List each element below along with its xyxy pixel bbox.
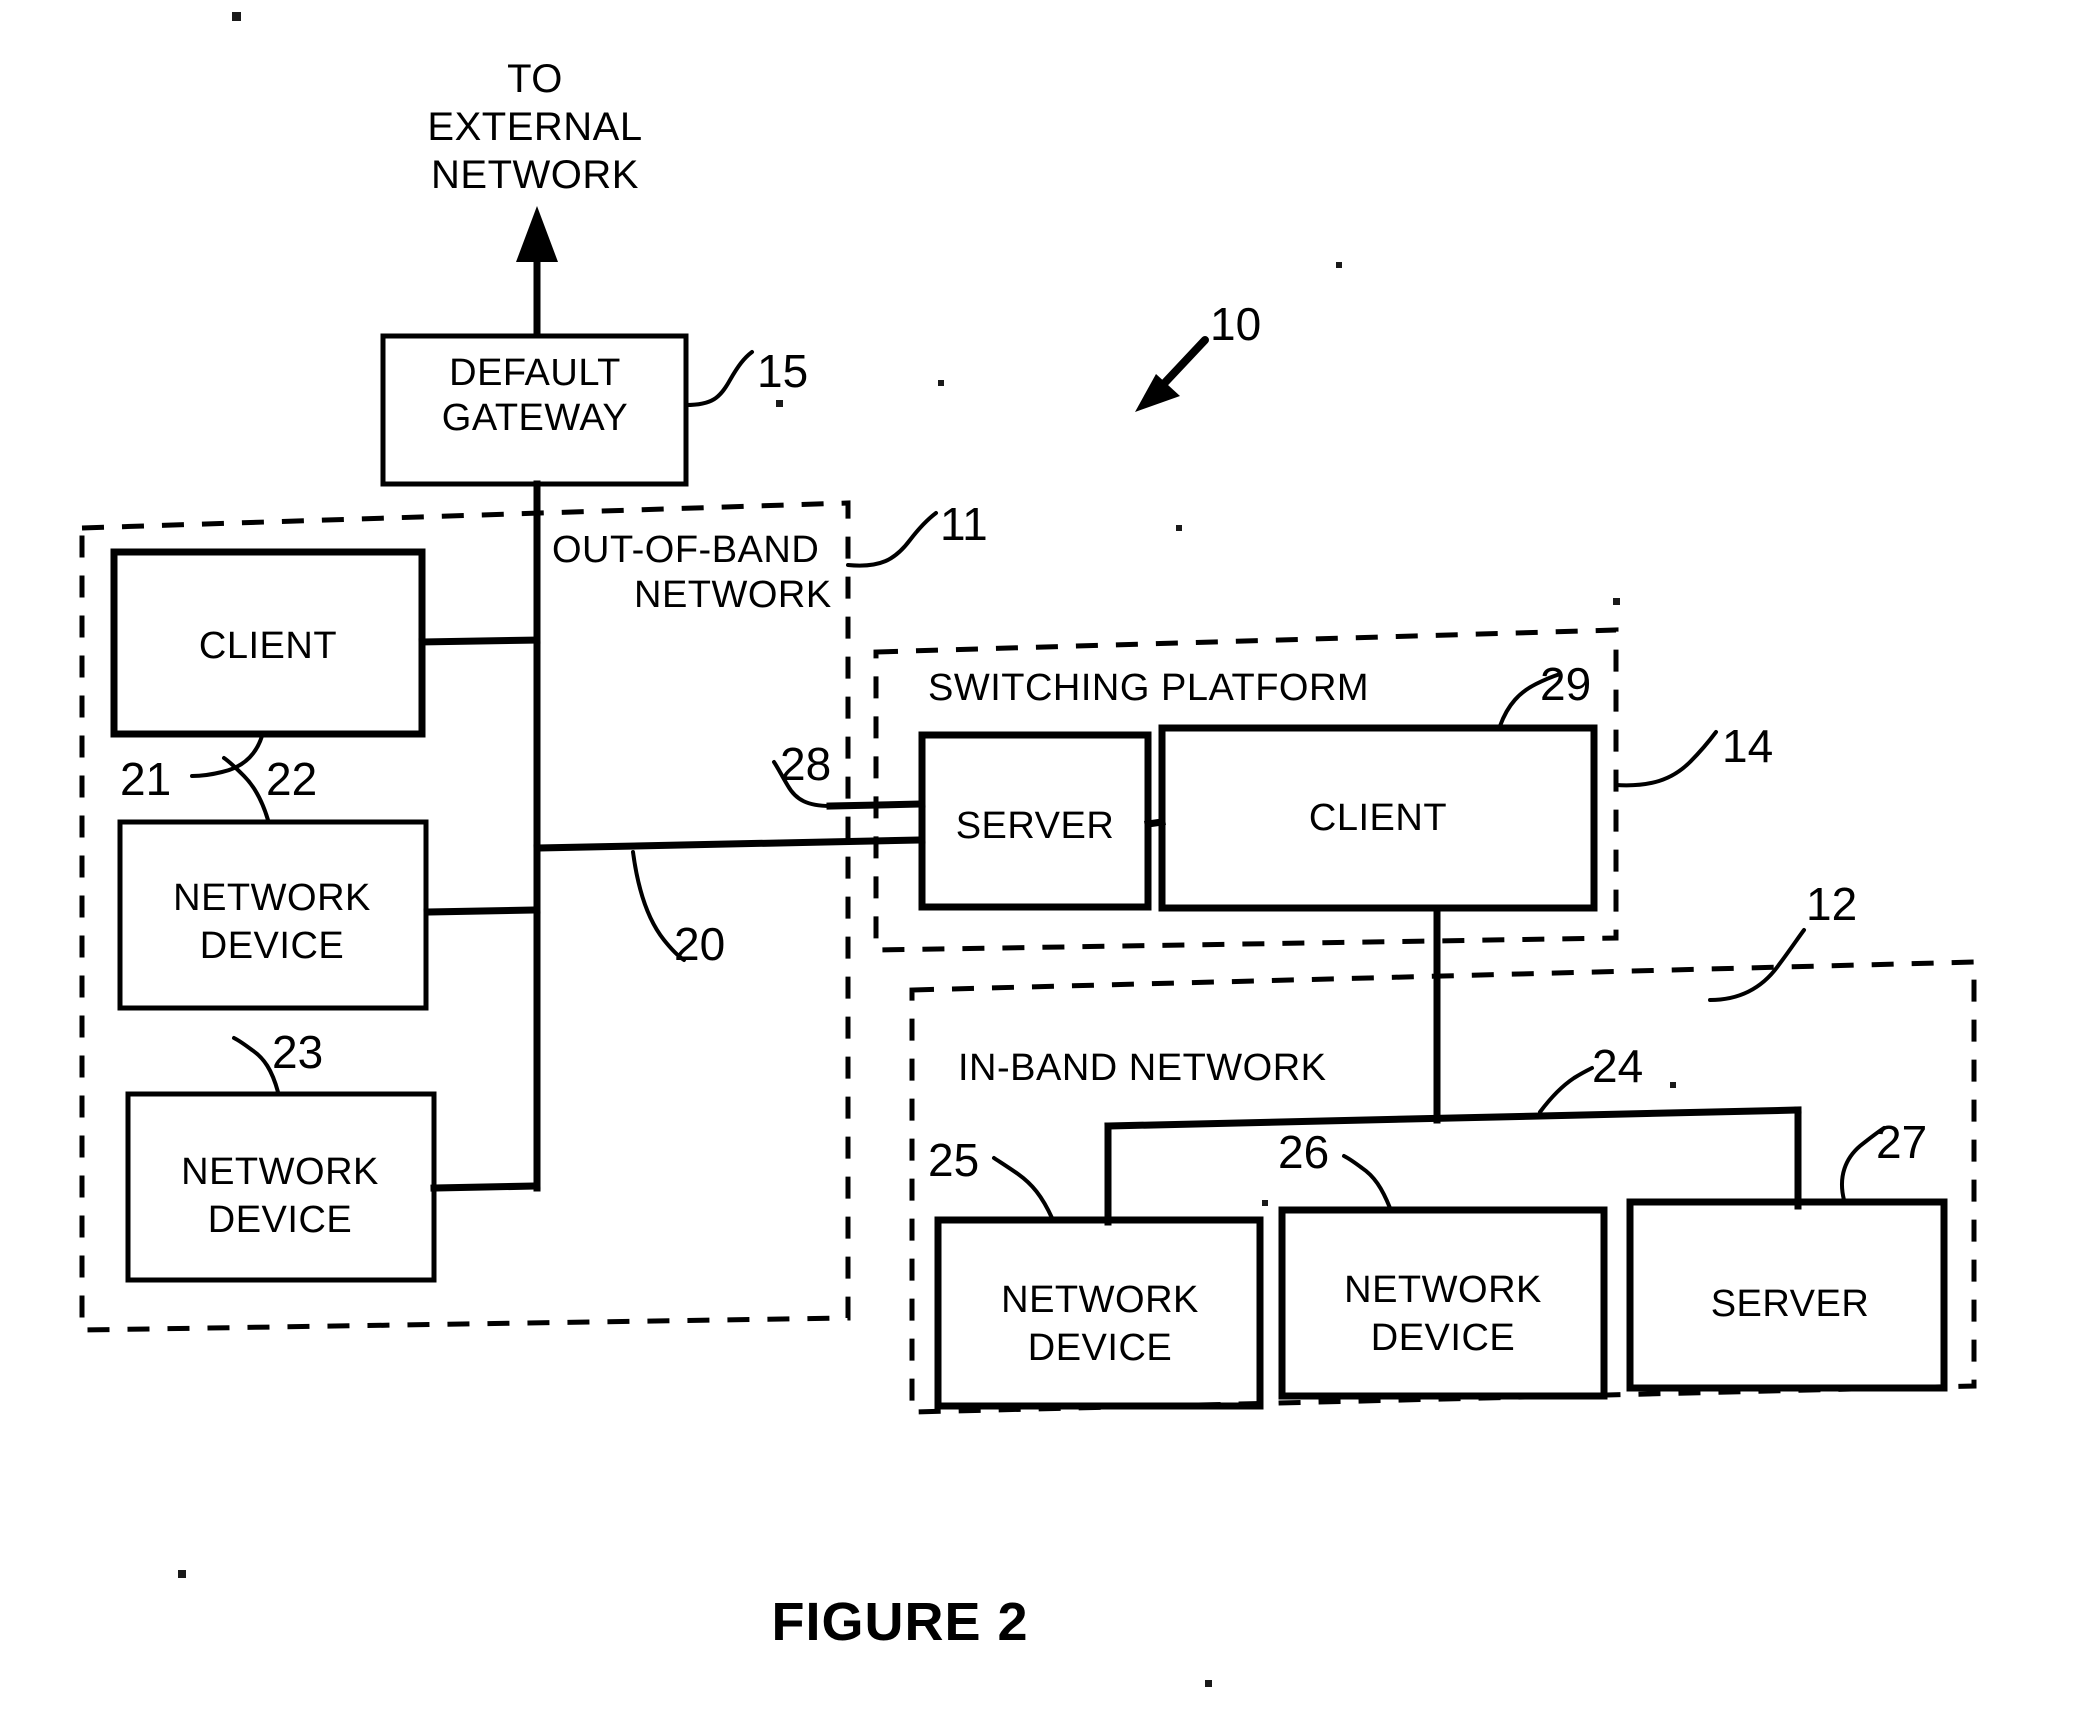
ref-label-15: 15: [757, 345, 808, 397]
ref-label-24: 24: [1592, 1040, 1643, 1092]
switching-platform-client-label: CLIENT: [1309, 797, 1447, 839]
switching-platform-node-server[interactable]: SERVER: [918, 731, 1152, 911]
inband-node-26-label-line1: NETWORK: [1344, 1269, 1542, 1311]
ref-label-12: 12: [1806, 878, 1857, 930]
external-network-label-line3: NETWORK: [431, 153, 639, 197]
scan-speck: [1176, 525, 1182, 531]
out-of-band-network-label-line1: OUT-OF-BAND: [552, 529, 819, 571]
oob-stub-device-22: [423, 906, 541, 916]
leader-line-24: [1538, 1066, 1594, 1114]
leader-line-12: [1708, 928, 1806, 1002]
default-gateway-label-line1: DEFAULT: [449, 352, 621, 394]
ref-label-27: 27: [1876, 1116, 1927, 1168]
scan-speck: [1262, 1200, 1268, 1206]
scan-speck: [938, 380, 944, 386]
oob-stub-client: [418, 636, 541, 646]
oob-node-client[interactable]: CLIENT: [110, 548, 426, 738]
out-of-band-network-label-line2: NETWORK: [634, 574, 832, 616]
inband-bus-horizontal: [1104, 1106, 1802, 1130]
external-network-label-line1: TO: [507, 57, 563, 101]
ref-label-23: 23: [272, 1026, 323, 1078]
leader-line-11: [846, 511, 938, 568]
ref-label-21: 21: [120, 753, 171, 805]
inband-node-network-device-26[interactable]: NETWORK DEVICE: [1278, 1206, 1608, 1400]
inband-node-26-label-line2: DEVICE: [1371, 1317, 1515, 1359]
ref-label-10: 10: [1210, 298, 1261, 350]
scan-speck: [178, 1570, 186, 1578]
oob-to-server-link-28: [826, 800, 926, 810]
oob-bus-to-server: [533, 836, 926, 852]
ref-label-11: 11: [940, 498, 988, 550]
oob-node-23-label-line1: NETWORK: [181, 1151, 379, 1193]
leader-line-25: [992, 1156, 1054, 1220]
leader-line-21: [190, 734, 264, 778]
scan-speck: [1336, 262, 1342, 268]
switching-platform-server-label: SERVER: [956, 805, 1115, 847]
default-gateway-label-line2: GATEWAY: [442, 397, 628, 439]
diagram-canvas: TO EXTERNAL NETWORK DEFAULT GATEWAY 15 O…: [79, 12, 1977, 1687]
oob-node-network-device-23[interactable]: NETWORK DEVICE: [125, 1091, 437, 1283]
oob-stub-device-23: [430, 1182, 541, 1192]
leader-line-22: [222, 756, 270, 822]
default-gateway-node[interactable]: DEFAULT GATEWAY: [380, 333, 689, 487]
patent-figure-2: TO EXTERNAL NETWORK DEFAULT GATEWAY 15 O…: [0, 0, 2095, 1714]
switching-platform-title: SWITCHING PLATFORM: [928, 667, 1369, 709]
scan-speck: [1205, 1680, 1212, 1687]
scan-speck: [1670, 1082, 1676, 1088]
switching-platform-node-client[interactable]: CLIENT: [1158, 724, 1598, 912]
system-ref-callout: 10: [1135, 298, 1261, 412]
oob-node-client-label: CLIENT: [199, 625, 337, 667]
oob-node-network-device-22[interactable]: NETWORK DEVICE: [117, 819, 429, 1011]
inband-node-25-label-line1: NETWORK: [1001, 1279, 1199, 1321]
external-network-label-line2: EXTERNAL: [427, 105, 642, 149]
ref-label-20: 20: [674, 918, 725, 970]
ref-label-14: 14: [1722, 720, 1773, 772]
inband-node-27-label: SERVER: [1711, 1283, 1870, 1325]
ref-label-29: 29: [1540, 658, 1591, 710]
inband-node-server-27[interactable]: SERVER: [1626, 1198, 1948, 1392]
oob-node-23-label-line2: DEVICE: [208, 1199, 352, 1241]
scan-speck: [1613, 598, 1620, 605]
ref-label-26: 26: [1278, 1126, 1329, 1178]
ref-label-22: 22: [266, 753, 317, 805]
inband-node-25-label-line2: DEVICE: [1028, 1327, 1172, 1369]
leader-line-26: [1342, 1154, 1392, 1210]
ref-label-28: 28: [780, 738, 831, 790]
leader-line-14: [1614, 730, 1718, 788]
scan-speck: [232, 12, 241, 21]
in-band-network-title: IN-BAND NETWORK: [958, 1047, 1327, 1089]
leader-line-15: [684, 350, 754, 407]
ref-label-25: 25: [928, 1134, 979, 1186]
inband-node-network-device-25[interactable]: NETWORK DEVICE: [934, 1216, 1264, 1410]
figure-caption: FIGURE 2: [771, 1592, 1028, 1652]
scan-speck: [776, 400, 783, 407]
oob-node-22-label-line2: DEVICE: [200, 925, 344, 967]
up-arrow-icon: [516, 206, 558, 339]
oob-node-22-label-line1: NETWORK: [173, 877, 371, 919]
